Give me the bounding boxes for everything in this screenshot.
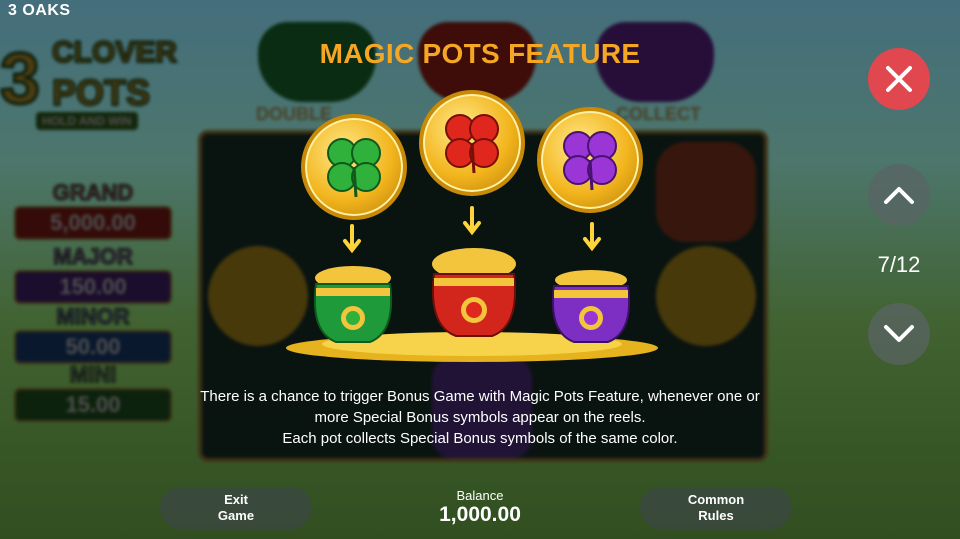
green-clover-coin <box>301 114 407 220</box>
rules-label-line2: Rules <box>698 508 734 523</box>
description-line: There is a chance to trigger Bonus Game … <box>200 388 760 405</box>
rules-label-line1: Common <box>687 492 745 507</box>
red-pot <box>424 248 524 340</box>
page-title: MAGIC POTS FEATURE <box>319 38 641 69</box>
purple-pot <box>544 266 638 346</box>
previous-page-button[interactable] <box>868 164 930 226</box>
arrow-down-icon <box>463 206 481 236</box>
clover-icon <box>327 138 381 198</box>
balance-display: Balance 1,000.00 <box>380 488 580 527</box>
page-indicator: 7/12 <box>877 252 921 277</box>
next-page-button[interactable] <box>868 303 930 365</box>
green-pot <box>306 262 400 346</box>
exit-label-line1: Exit <box>224 492 248 507</box>
provider-brand: 3 OAKS <box>8 2 71 19</box>
chevron-up-icon <box>884 187 914 204</box>
common-rules-button[interactable]: Common Rules <box>640 487 792 529</box>
clover-icon <box>445 114 499 174</box>
feature-description: There is a chance to trigger Bonus Game … <box>0 386 960 449</box>
balance-label: Balance <box>456 488 504 503</box>
arrow-down-icon <box>583 222 601 252</box>
exit-game-button[interactable]: Exit Game <box>160 487 312 529</box>
clover-icon <box>563 131 617 191</box>
purple-clover-coin <box>537 107 643 213</box>
red-clover-coin <box>419 90 525 196</box>
description-line: more Special Bonus symbols appear on the… <box>314 409 646 426</box>
close-icon <box>886 66 912 92</box>
close-button[interactable] <box>868 48 930 110</box>
balance-value: 1,000.00 <box>439 503 521 526</box>
exit-label-line2: Game <box>217 508 255 523</box>
description-line: Each pot collects Special Bonus symbols … <box>282 430 678 447</box>
arrow-down-icon <box>343 224 361 254</box>
chevron-down-icon <box>884 325 914 342</box>
